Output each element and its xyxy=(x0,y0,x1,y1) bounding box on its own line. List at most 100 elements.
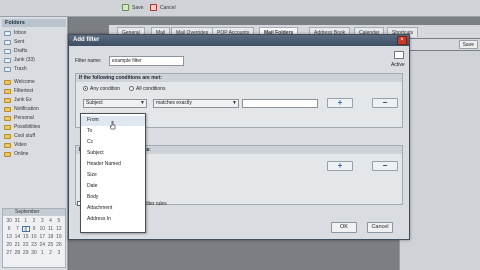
calendar-day[interactable]: 8 xyxy=(21,226,30,233)
dropdown-option[interactable]: Address In xyxy=(81,215,145,225)
toolbar-cancel[interactable]: Cancel xyxy=(150,4,176,11)
cancel-button[interactable]: Cancel xyxy=(367,222,393,233)
folder-item[interactable]: Junk (33) xyxy=(4,56,35,64)
dropdown-option[interactable]: Header Named xyxy=(81,160,145,170)
calendar-day[interactable]: 26 xyxy=(55,242,63,248)
calendar-day[interactable]: 7 xyxy=(13,226,21,232)
top-toolbar: Save Cancel xyxy=(0,0,480,17)
calendar-day[interactable]: 12 xyxy=(55,226,63,232)
folder-item[interactable]: Online xyxy=(4,150,28,158)
calendar-day[interactable]: 20 xyxy=(5,242,13,248)
calendar-day[interactable]: 17 xyxy=(38,234,46,240)
calendar-day[interactable]: 23 xyxy=(30,242,38,248)
calendar-day[interactable]: 30 xyxy=(30,250,38,256)
calendar-day[interactable]: 22 xyxy=(22,242,30,248)
calendar-day[interactable]: 29 xyxy=(22,250,30,256)
calendar-day[interactable]: 24 xyxy=(38,242,46,248)
chevron-down-icon: ▼ xyxy=(140,100,145,106)
calendar-day[interactable]: 9 xyxy=(30,226,38,232)
calendar-day[interactable]: 5 xyxy=(55,218,63,224)
calendar-day[interactable]: 16 xyxy=(30,234,38,240)
toolbar-save[interactable]: Save xyxy=(122,4,143,11)
trash-icon xyxy=(4,66,11,72)
condition-field-value: Subject xyxy=(86,100,103,106)
calendar-day[interactable]: 27 xyxy=(5,250,13,256)
folder-icon xyxy=(4,151,11,157)
calendar-day[interactable]: 3 xyxy=(38,218,46,224)
folder-item[interactable]: Possibilities xyxy=(4,123,40,131)
calendar-day[interactable]: 21 xyxy=(13,242,21,248)
folder-item[interactable]: Sent xyxy=(4,38,24,46)
calendar-day[interactable]: 28 xyxy=(13,250,21,256)
folder-item[interactable]: Cool stuff xyxy=(4,132,35,140)
toolbar-save-label: Save xyxy=(132,4,144,11)
folders-header: Folders xyxy=(2,19,66,27)
folder-icon xyxy=(4,124,11,130)
folder-icon xyxy=(4,133,11,139)
folder-item[interactable]: Drafts xyxy=(4,47,27,55)
calendar-day[interactable]: 18 xyxy=(46,234,54,240)
save-button[interactable]: Save xyxy=(458,40,478,49)
folder-label: Cool stuff xyxy=(14,133,36,139)
folder-label: Online xyxy=(14,151,29,157)
calendar-day[interactable]: 2 xyxy=(46,250,54,256)
mini-calendar: September 30 31 1 2 3 4 5 6 7 8 9 10 11 12 13 14 15 16 17 1… xyxy=(2,208,66,268)
folder-item[interactable]: Notification xyxy=(4,105,39,113)
chevron-down-icon: ▼ xyxy=(232,100,237,106)
any-condition-label: Any condition xyxy=(90,86,121,92)
calendar-day[interactable]: 10 xyxy=(38,226,46,232)
folder-item[interactable]: Filtertest xyxy=(4,87,33,95)
condition-operator-select[interactable]: matches exactly ▼ xyxy=(153,99,239,108)
remove-action-button[interactable]: − xyxy=(372,161,398,171)
folder-item[interactable]: Junk Ex xyxy=(4,96,32,104)
add-action-button[interactable]: + xyxy=(327,161,353,171)
calendar-day[interactable]: 4 xyxy=(46,218,54,224)
ok-button[interactable]: OK xyxy=(331,222,357,233)
calendar-day[interactable]: 11 xyxy=(46,226,54,232)
add-condition-button[interactable]: + xyxy=(327,98,353,108)
any-condition-radio[interactable] xyxy=(83,86,88,91)
calendar-day[interactable]: 1 xyxy=(22,218,30,224)
calendar-day[interactable]: 1 xyxy=(38,250,46,256)
calendar-day[interactable]: 19 xyxy=(55,234,63,240)
dropdown-option[interactable]: Subject xyxy=(81,149,145,159)
dropdown-option[interactable]: Size xyxy=(81,171,145,181)
condition-field-select[interactable]: Subject ▼ xyxy=(83,99,147,108)
calendar-day[interactable]: 25 xyxy=(46,242,54,248)
inbox-icon xyxy=(4,30,11,36)
active-checkbox[interactable] xyxy=(394,51,404,59)
filter-name-input[interactable]: example filter xyxy=(109,56,184,66)
folder-icon xyxy=(4,79,11,85)
folder-label: Trash xyxy=(14,66,27,72)
folder-item[interactable]: Trash xyxy=(4,65,27,73)
calendar-day[interactable]: 30 xyxy=(5,218,13,224)
calendar-day[interactable]: 31 xyxy=(13,218,21,224)
dropdown-option[interactable]: Body xyxy=(81,193,145,203)
folder-item[interactable]: Welcome xyxy=(4,78,35,86)
junk-icon xyxy=(4,57,11,63)
remove-condition-button[interactable]: − xyxy=(372,98,398,108)
calendar-day[interactable]: 14 xyxy=(13,234,21,240)
folder-sidebar: Folders Inbox Sent Drafts Junk (33) Tras… xyxy=(0,17,68,270)
folder-label: Notification xyxy=(14,106,39,112)
folder-item[interactable]: Inbox xyxy=(4,29,26,37)
dropdown-option[interactable]: Attachment xyxy=(81,204,145,214)
folder-icon xyxy=(4,115,11,121)
calendar-day[interactable]: 6 xyxy=(5,226,13,232)
condition-value-input[interactable] xyxy=(242,99,318,108)
folder-item[interactable]: Video xyxy=(4,141,27,149)
calendar-day[interactable]: 15 xyxy=(22,234,30,240)
calendar-day[interactable]: 3 xyxy=(55,250,63,256)
all-conditions-radio[interactable] xyxy=(129,86,134,91)
close-icon[interactable]: × xyxy=(397,36,407,45)
folder-label: Possibilities xyxy=(14,124,41,130)
dropdown-option[interactable]: Cc xyxy=(81,138,145,148)
folder-item[interactable]: Personal xyxy=(4,114,34,122)
calendar-day[interactable]: 13 xyxy=(5,234,13,240)
dialog-title: Add filter xyxy=(69,35,409,46)
hand-cursor-icon xyxy=(110,121,116,130)
calendar-day[interactable]: 2 xyxy=(30,218,38,224)
folder-icon xyxy=(4,88,11,94)
dropdown-option[interactable]: Date xyxy=(81,182,145,192)
all-conditions-label: All conditions xyxy=(136,86,166,92)
